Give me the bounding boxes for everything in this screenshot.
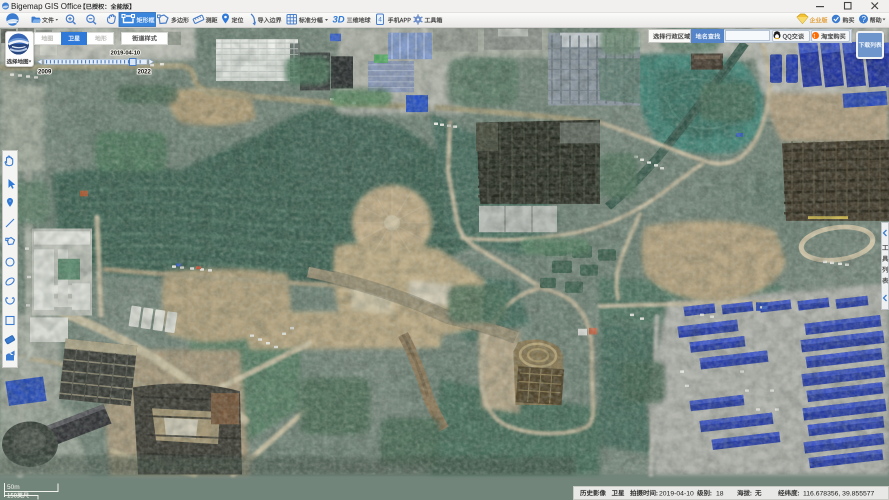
svg-text:18: 18 xyxy=(716,490,724,497)
svg-text:116.678356, 39.855577: 116.678356, 39.855577 xyxy=(803,490,875,497)
svg-text:50m: 50m xyxy=(7,484,20,491)
svg-text:2019-04-10: 2019-04-10 xyxy=(659,490,694,497)
